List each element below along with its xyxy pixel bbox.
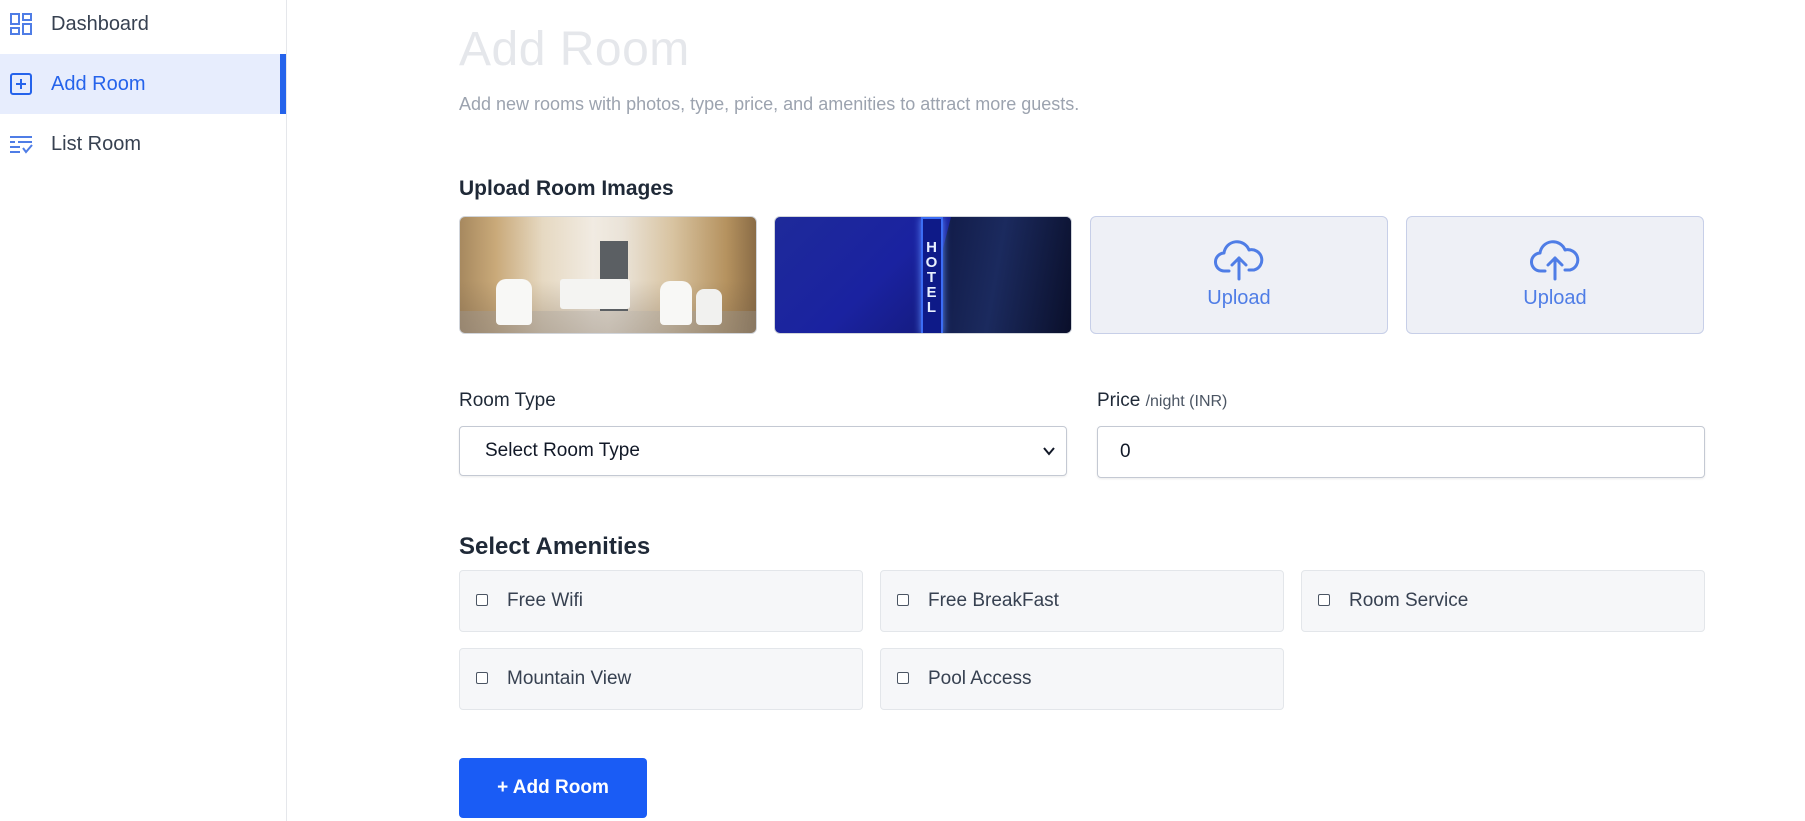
price-label-text: Price bbox=[1097, 390, 1141, 411]
amenity-label: Free Wifi bbox=[507, 590, 583, 611]
list-check-icon bbox=[10, 136, 33, 154]
room-image-2[interactable]: HOTEL bbox=[774, 216, 1072, 334]
amenity-room-service[interactable]: Room Service bbox=[1301, 570, 1705, 632]
amenity-free-wifi[interactable]: Free Wifi bbox=[459, 570, 863, 632]
cloud-upload-icon bbox=[1530, 240, 1580, 281]
cloud-upload-icon bbox=[1214, 240, 1264, 281]
price-label: Price /night (INR) bbox=[1097, 390, 1227, 412]
hotel-sign: HOTEL bbox=[921, 217, 943, 333]
add-room-button[interactable]: + Add Room bbox=[459, 758, 647, 818]
price-value: 0 bbox=[1120, 441, 1131, 462]
amenity-label: Free BreakFast bbox=[928, 590, 1059, 611]
upload-image-slot-3[interactable]: Upload bbox=[1090, 216, 1388, 334]
sidebar-item-label: Dashboard bbox=[51, 12, 149, 35]
sidebar-item-add-room[interactable]: Add Room bbox=[0, 54, 286, 114]
room-type-selected: Select Room Type bbox=[485, 440, 640, 461]
page-subtitle: Add new rooms with photos, type, price, … bbox=[459, 94, 1080, 114]
sidebar: Dashboard Add Room List Room bbox=[0, 0, 287, 821]
price-unit: /night (INR) bbox=[1145, 393, 1228, 410]
checkbox[interactable] bbox=[1318, 594, 1330, 606]
upload-label: Upload bbox=[1523, 287, 1587, 309]
dashboard-icon bbox=[10, 13, 32, 35]
amenity-mountain-view[interactable]: Mountain View bbox=[459, 648, 863, 710]
upload-section-label: Upload Room Images bbox=[459, 177, 674, 200]
checkbox[interactable] bbox=[476, 672, 488, 684]
checkbox[interactable] bbox=[897, 594, 909, 606]
checkbox[interactable] bbox=[476, 594, 488, 606]
checkbox[interactable] bbox=[897, 672, 909, 684]
room-type-select[interactable]: Select Room Type bbox=[459, 426, 1067, 476]
amenity-free-breakfast[interactable]: Free BreakFast bbox=[880, 570, 1284, 632]
price-input[interactable]: 0 bbox=[1097, 426, 1705, 478]
room-image-1[interactable] bbox=[459, 216, 757, 334]
amenity-label: Pool Access bbox=[928, 668, 1032, 689]
amenity-label: Mountain View bbox=[507, 668, 632, 689]
sidebar-item-label: Add Room bbox=[51, 72, 146, 95]
chevron-down-icon bbox=[1043, 447, 1055, 456]
upload-image-slot-4[interactable]: Upload bbox=[1406, 216, 1704, 334]
room-type-label: Room Type bbox=[459, 390, 556, 411]
sidebar-item-list-room[interactable]: List Room bbox=[0, 114, 286, 174]
amenity-label: Room Service bbox=[1349, 590, 1469, 611]
amenities-section-label: Select Amenities bbox=[459, 533, 651, 560]
upload-label: Upload bbox=[1207, 287, 1271, 309]
sidebar-item-label: List Room bbox=[51, 132, 142, 155]
page-title: Add Room bbox=[459, 23, 690, 76]
add-square-icon bbox=[10, 73, 32, 95]
amenity-pool-access[interactable]: Pool Access bbox=[880, 648, 1284, 710]
sidebar-item-dashboard[interactable]: Dashboard bbox=[0, 0, 286, 54]
